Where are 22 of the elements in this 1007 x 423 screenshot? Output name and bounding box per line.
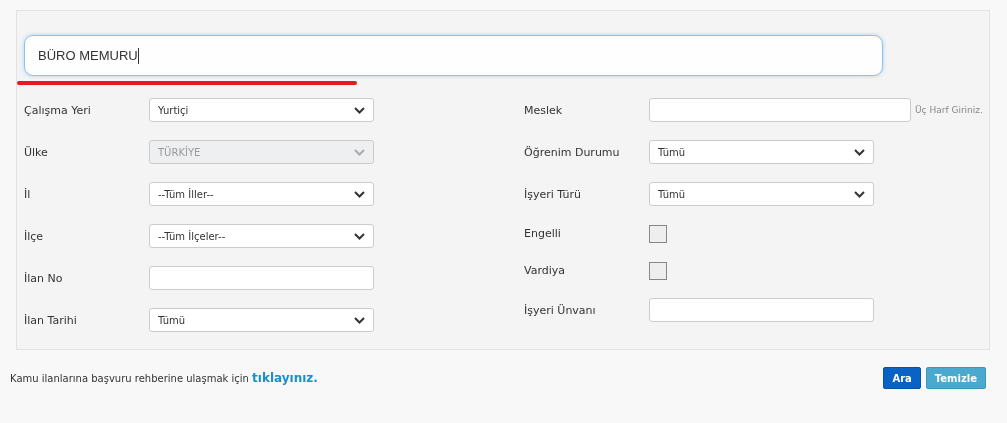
field-label: İşyeri Ünvanı xyxy=(524,303,597,317)
dropdown[interactable]: --Tüm İller-- xyxy=(149,182,374,206)
field-label: İlan No xyxy=(24,271,64,285)
dropdown[interactable]: Tümü xyxy=(649,182,874,206)
dropdown[interactable]: Tümü xyxy=(649,140,874,164)
search-button[interactable]: Ara xyxy=(883,367,921,389)
field-label: İl xyxy=(24,187,32,201)
field-label: Vardiya xyxy=(524,264,567,277)
field-label: Çalışma Yeri xyxy=(24,103,92,117)
dropdown[interactable]: Tümü xyxy=(149,308,374,332)
field-label: Ülke xyxy=(24,145,49,159)
hint-text: Üç Harf Giriniz. xyxy=(915,105,983,115)
guide-text: Kamu ilanlarına başvuru rehberine ulaşmak için tıklayınız. xyxy=(10,371,318,385)
field-label: İşyeri Türü xyxy=(524,187,582,201)
field-label: İlan Tarihi xyxy=(24,313,78,327)
field-label: Meslek xyxy=(524,103,564,117)
field-label: İlçe xyxy=(24,229,45,243)
field-label: Öğrenim Durumu xyxy=(524,145,621,159)
dropdown[interactable]: Yurtiçi xyxy=(149,98,374,122)
search-field[interactable]: BÜRO MEMURU xyxy=(24,35,883,76)
field-label: Engelli xyxy=(524,227,562,240)
dropdown[interactable]: --Tüm İlçeler-- xyxy=(149,224,374,248)
